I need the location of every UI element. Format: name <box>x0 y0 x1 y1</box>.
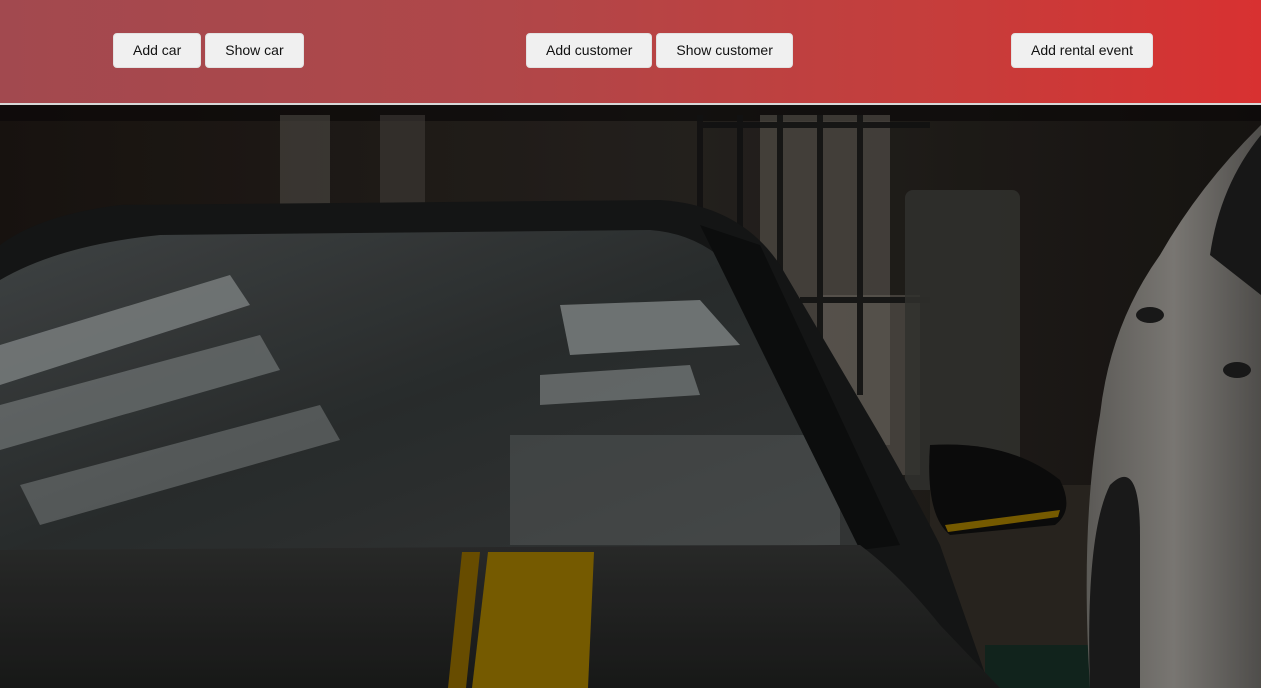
hero-background-image <box>0 105 1261 688</box>
add-car-button[interactable]: Add car <box>113 33 202 68</box>
show-customer-button[interactable]: Show customer <box>656 33 793 68</box>
add-rental-event-button[interactable]: Add rental event <box>1011 33 1153 68</box>
hero-dark-overlay <box>0 105 1261 688</box>
show-car-button[interactable]: Show car <box>205 33 304 68</box>
car-button-group: Add car Show car <box>113 33 304 68</box>
add-customer-button[interactable]: Add customer <box>526 33 653 68</box>
car-photo-illustration <box>0 105 1261 688</box>
customer-button-group: Add customer Show customer <box>526 33 793 68</box>
top-navigation-bar: Add car Show car Add customer Show custo… <box>0 0 1261 105</box>
rental-button-group: Add rental event <box>1011 33 1153 68</box>
